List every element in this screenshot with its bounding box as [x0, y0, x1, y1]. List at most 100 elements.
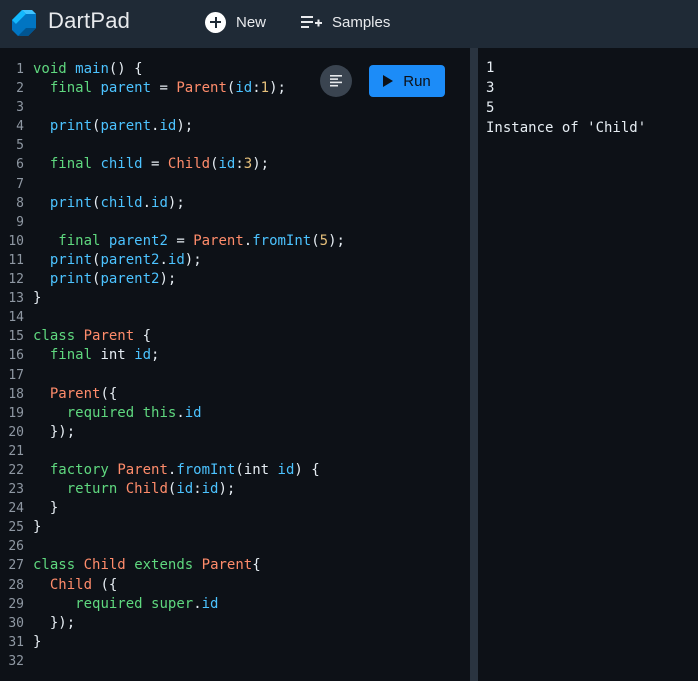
code-token: Parent [193, 232, 244, 249]
code-line: } [33, 518, 345, 537]
code-token: this [142, 404, 177, 421]
code-token: ); [184, 251, 202, 268]
code-area[interactable]: void main() { final parent = Parent(id:1… [33, 60, 345, 671]
line-number: 15 [8, 329, 24, 345]
code-token: = [142, 156, 168, 173]
new-label: New [236, 13, 267, 31]
line-number: 22 [8, 462, 24, 478]
line-number: 16 [8, 348, 24, 364]
code-token: parent2 [100, 251, 160, 268]
code-token: = [167, 232, 194, 249]
code-token: . [176, 404, 185, 421]
code-line: final parent = Parent(id:1); [33, 79, 345, 98]
code-editor[interactable]: 1 2 3 4 5 6 7 8 9 10 11 12 13 14 15 16 17 18 19 20 21 22 23 24 2… [0, 48, 470, 681]
format-button[interactable] [320, 65, 352, 97]
code-token: . [142, 194, 152, 211]
code-token: parent2 [108, 232, 168, 249]
code-token: : [252, 80, 261, 97]
code-token: 1 [260, 80, 270, 97]
code-token: ); [167, 194, 185, 211]
line-number: 5 [16, 138, 24, 154]
code-line: required super.id [33, 595, 345, 614]
samples-button[interactable]: Samples [301, 10, 390, 34]
code-token: int [100, 347, 126, 364]
console-line: 5 [486, 100, 495, 116]
line-number: 17 [8, 367, 24, 383]
line-number: 18 [8, 386, 24, 402]
code-token: Parent [49, 385, 101, 402]
code-line: required this.id [33, 404, 345, 423]
line-number: 27 [8, 558, 24, 574]
code-token: int [243, 461, 270, 478]
code-token: return [66, 481, 118, 498]
line-number: 21 [8, 443, 24, 459]
code-token: id [159, 118, 177, 135]
code-token: Child [49, 576, 93, 593]
samples-label: Samples [332, 13, 391, 31]
code-token: ); [328, 232, 345, 249]
code-token: ( [235, 461, 244, 478]
code-line: print(parent.id); [33, 117, 345, 136]
code-line: print(child.id); [33, 194, 345, 213]
add-circle-icon [205, 11, 226, 33]
code-line: class Child extends Parent{ [33, 556, 345, 575]
code-line: } [33, 633, 345, 652]
code-token: id [167, 251, 185, 268]
code-token: ); [159, 271, 177, 288]
code-token: ; [151, 347, 160, 364]
code-line: } [33, 289, 345, 308]
line-number: 30 [8, 615, 24, 631]
code-token: ( [311, 232, 320, 249]
code-token: { [252, 557, 261, 574]
code-token: print [49, 251, 93, 268]
code-token: id [134, 347, 152, 364]
code-token: child [100, 156, 143, 173]
run-button[interactable]: Run [369, 65, 445, 97]
console-line: 3 [486, 80, 495, 96]
line-number: 23 [8, 482, 24, 498]
play-icon [383, 75, 394, 87]
code-token: ); [269, 80, 286, 97]
code-token: }); [33, 614, 76, 631]
playlist-add-icon [301, 16, 322, 28]
line-number: 28 [8, 577, 24, 593]
code-line: void main() { [33, 60, 345, 79]
console-lines: 1 3 5 Instance of 'Child' [486, 58, 646, 138]
code-token: main [75, 61, 109, 77]
code-token: fromInt [176, 461, 236, 478]
code-token: Child [125, 481, 168, 498]
line-number: 26 [8, 539, 24, 555]
code-token: fromInt [252, 232, 312, 249]
code-token: Parent [117, 461, 168, 478]
new-button[interactable]: New [205, 10, 266, 34]
code-line: ​ [33, 175, 345, 194]
console-output: 1 3 5 Instance of 'Child' [478, 48, 698, 681]
code-token: ); [252, 156, 270, 173]
code-token: : [193, 481, 202, 498]
code-token: void [33, 61, 67, 77]
line-number: 14 [8, 310, 24, 326]
panel-splitter[interactable] [470, 48, 478, 681]
code-line: } [33, 499, 345, 518]
code-token: } [33, 519, 42, 536]
code-token: final [49, 80, 93, 97]
code-token: . [243, 232, 253, 249]
code-line: }); [33, 423, 345, 442]
line-number: 32 [8, 653, 24, 669]
code-token: . [193, 595, 202, 612]
console-line: Instance of 'Child' [486, 120, 647, 136]
code-token: } [33, 290, 42, 307]
code-token: : [235, 156, 244, 173]
